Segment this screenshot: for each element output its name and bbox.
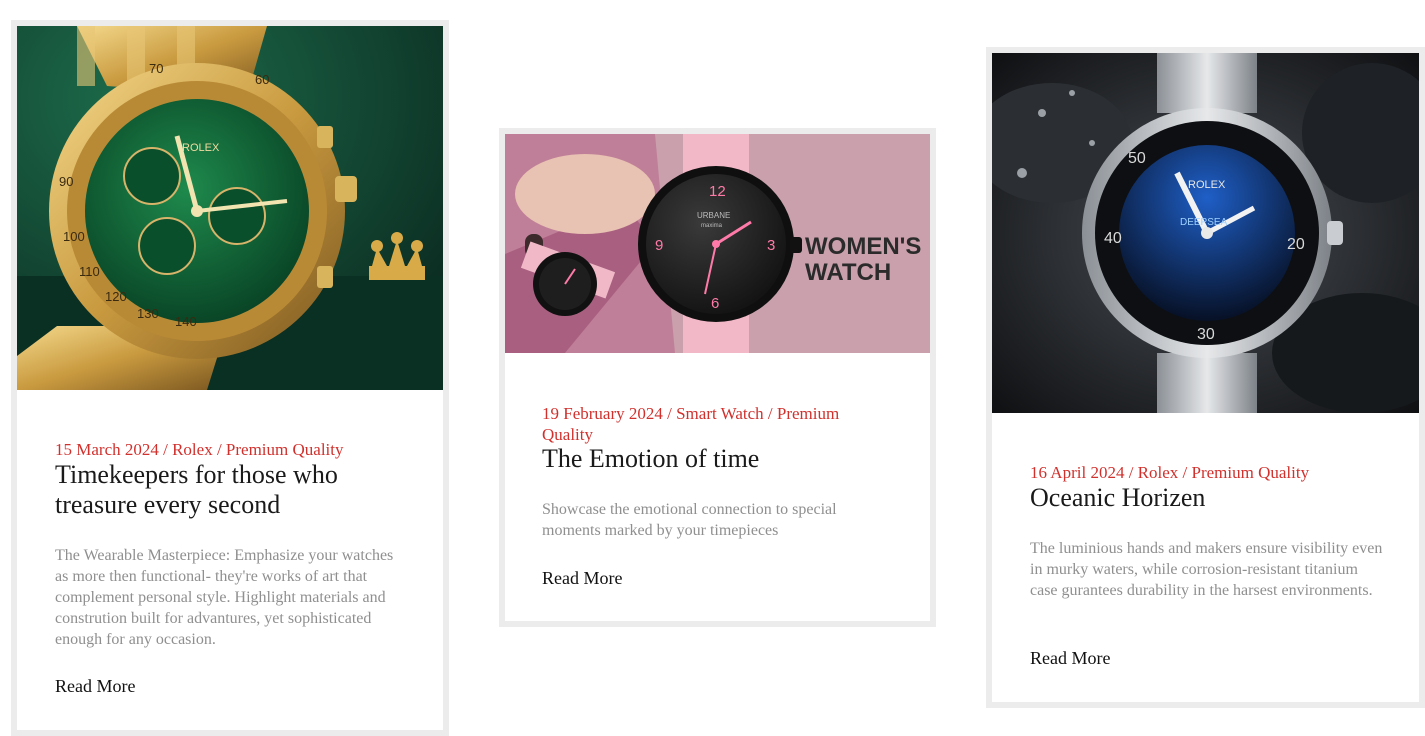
svg-text:130: 130 — [137, 306, 159, 321]
banner-text-line-1: WOMEN'S — [805, 233, 921, 260]
post-description: Showcase the emotional connection to spe… — [542, 501, 837, 539]
svg-text:ROLEX: ROLEX — [1188, 179, 1226, 191]
svg-text:110: 110 — [79, 264, 100, 279]
svg-text:30: 30 — [1197, 326, 1215, 343]
svg-text:3: 3 — [767, 237, 775, 254]
womens-watch-banner-image[interactable]: 12 3 6 9 URBANE maxima WOMEN'S WATCH — [505, 134, 930, 353]
svg-text:100: 100 — [63, 229, 85, 244]
svg-text:12: 12 — [709, 183, 726, 200]
banner-text-line-2: WATCH — [805, 259, 891, 286]
blog-card-2: 12 3 6 9 URBANE maxima WOMEN'S WATCH 19 … — [499, 128, 936, 627]
svg-text:60: 60 — [255, 72, 269, 87]
gold-green-chronograph-image[interactable]: ROLEX 70 60 90 100 110 120 130 140 — [17, 26, 443, 390]
svg-text:9: 9 — [655, 237, 663, 254]
svg-text:120: 120 — [105, 289, 127, 304]
svg-text:70: 70 — [149, 61, 163, 76]
svg-text:URBANE: URBANE — [697, 211, 730, 220]
post-description: The Wearable Masterpiece: Emphasize your… — [55, 547, 394, 648]
post-title[interactable]: Oceanic Horizen — [1030, 483, 1390, 513]
post-title[interactable]: The Emotion of time — [542, 444, 902, 474]
post-description: The luminious hands and makers ensure vi… — [1030, 540, 1383, 599]
dial-brand-text: ROLEX — [182, 142, 220, 154]
read-more-link[interactable]: Read More — [542, 567, 622, 589]
svg-text:140: 140 — [175, 314, 197, 329]
svg-text:6: 6 — [711, 295, 719, 312]
blog-card-3: ROLEX DEEPSEA 50 40 30 20 16 April 2024 … — [986, 47, 1425, 708]
post-meta: 16 April 2024 / Rolex / Premium Quality — [1030, 463, 1310, 482]
read-more-link[interactable]: Read More — [55, 675, 135, 697]
blog-card-1: ROLEX 70 60 90 100 110 120 130 140 15 Ma… — [11, 20, 449, 736]
deepsea-diver-image[interactable]: ROLEX DEEPSEA 50 40 30 20 — [992, 53, 1419, 413]
post-title[interactable]: Timekeepers for those who treasure every… — [55, 460, 415, 520]
read-more-link[interactable]: Read More — [1030, 647, 1110, 669]
svg-text:50: 50 — [1128, 150, 1146, 167]
post-meta: 15 March 2024 / Rolex / Premium Quality — [55, 440, 344, 459]
svg-text:90: 90 — [59, 174, 73, 189]
svg-text:40: 40 — [1104, 230, 1122, 247]
svg-text:DEEPSEA: DEEPSEA — [1180, 217, 1228, 228]
svg-text:maxima: maxima — [701, 223, 723, 229]
post-meta: 19 February 2024 / Smart Watch / Premium… — [542, 404, 840, 444]
svg-text:20: 20 — [1287, 236, 1305, 253]
